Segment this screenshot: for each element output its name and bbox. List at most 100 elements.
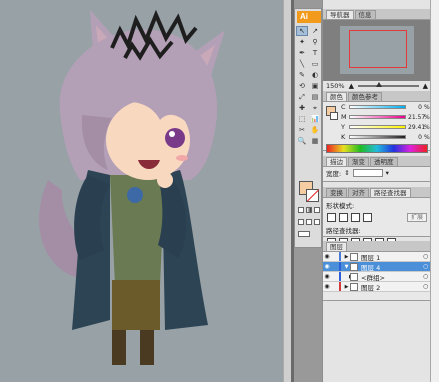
color-panel: 颜色 颜色参考 C 0 % M 21.57 % Y 29.41 % K 0 % (323, 91, 431, 153)
zoom-in-icon[interactable]: ▲ (423, 82, 428, 90)
stroke-swatch[interactable] (306, 189, 319, 202)
tab-color[interactable]: 颜色 (326, 92, 347, 101)
tab-layers[interactable]: 图层 (326, 242, 347, 251)
tool-button[interactable]: ╲ (296, 59, 308, 69)
draw-behind-button[interactable] (306, 219, 312, 225)
expand-triangle-icon[interactable]: ▼ (343, 264, 350, 270)
expand-triangle-icon[interactable]: ▶ (343, 284, 350, 290)
tab-pathfinder[interactable]: 路径查找器 (370, 188, 411, 197)
zoom-slider-knob[interactable] (376, 82, 383, 87)
pants (112, 280, 160, 330)
tab-color-guide[interactable]: 颜色参考 (348, 92, 382, 101)
draw-inside-button[interactable] (314, 219, 320, 225)
layer-name[interactable]: 图层 2 (361, 282, 423, 292)
tool-button[interactable]: ⟲ (296, 81, 308, 91)
color-stroke-swatch[interactable] (330, 112, 338, 120)
channel-slider[interactable] (349, 125, 406, 129)
layer-color (339, 282, 341, 291)
unite-icon[interactable] (327, 213, 336, 222)
layer-name[interactable]: 图层 1 (361, 252, 423, 262)
visibility-eye-icon[interactable]: ◉ (323, 253, 331, 260)
tab-align[interactable]: 对齐 (348, 188, 369, 197)
tab-stroke[interactable]: 描边 (326, 157, 347, 166)
layer-row[interactable]: ◉ ▶ 图层 2 ○ (323, 282, 431, 292)
tool-button[interactable]: ✚ (296, 103, 308, 113)
draw-normal-button[interactable] (298, 219, 304, 225)
layer-row[interactable]: ◉ ▶ <群组> ○ (323, 272, 431, 282)
channel-value[interactable]: 0 (408, 134, 422, 141)
layer-row[interactable]: ◉ ▶ 图层 1 ○ (323, 252, 431, 262)
tool-button[interactable]: ⌖ (309, 103, 321, 113)
tool-button[interactable]: ▣ (309, 81, 321, 91)
tool-button[interactable]: 📊 (309, 114, 321, 124)
tool-button[interactable]: ⬚ (296, 114, 308, 124)
tool-button[interactable]: ⚲ (309, 37, 321, 47)
color-swatch-stack (323, 102, 339, 142)
color-mode-button[interactable] (298, 207, 304, 213)
chevron-down-icon[interactable]: ▾ (386, 169, 389, 177)
tool-button[interactable]: ✋ (309, 125, 321, 135)
navigator-preview[interactable] (323, 20, 431, 81)
tool-button[interactable]: ⤢ (296, 92, 308, 102)
channel-slider[interactable] (349, 105, 406, 109)
channel-slider[interactable] (349, 115, 406, 119)
channel-value[interactable]: 0 (408, 104, 422, 111)
navigator-view-box[interactable] (349, 30, 407, 68)
layer-row-selected[interactable]: ◉ ▼ 图层 4 ○ (323, 262, 431, 272)
tool-button[interactable]: ▤ (309, 92, 321, 102)
tab-gradient[interactable]: 渐变 (348, 157, 369, 166)
pathfinder-panel: 变换 对齐 路径查找器 形状模式: 扩展 路径查找器: (323, 187, 431, 247)
layer-thumbnail (350, 282, 358, 291)
channel-value[interactable]: 21.57 (408, 114, 425, 121)
tool-button[interactable]: ↖ (296, 26, 308, 36)
tool-button[interactable]: ▦ (309, 136, 321, 146)
tool-button[interactable]: ◐ (309, 70, 321, 80)
tool-button[interactable]: T (309, 48, 321, 58)
layers-tabs: 图层 (323, 241, 431, 252)
tool-button[interactable]: ↗ (309, 26, 321, 36)
channel-unit: % (424, 103, 430, 111)
color-spectrum[interactable] (326, 144, 428, 153)
tool-button[interactable]: 🔍 (296, 136, 308, 146)
channel-value[interactable]: 29.41 (408, 124, 425, 131)
layer-color (339, 262, 341, 271)
layer-name[interactable]: 图层 4 (361, 262, 423, 272)
channel-slider[interactable] (349, 135, 406, 139)
exclude-icon[interactable] (363, 213, 372, 222)
tool-button[interactable]: ▭ (309, 59, 321, 69)
tool-button[interactable]: ✦ (296, 37, 308, 47)
tab-navigator[interactable]: 导航器 (326, 10, 354, 19)
illustrator-logo: Ai (297, 11, 321, 23)
zoom-slider[interactable] (357, 82, 419, 87)
tool-button[interactable]: ✒ (296, 48, 308, 58)
visibility-eye-icon[interactable]: ◉ (323, 283, 331, 290)
channel-unit: % (424, 133, 430, 141)
visibility-eye-icon[interactable]: ◉ (323, 273, 331, 280)
tool-button[interactable]: ✎ (296, 70, 308, 80)
stroke-width-input[interactable] (352, 169, 383, 177)
pathfinders-label: 路径查找器: (326, 227, 361, 235)
expand-button[interactable]: 扩展 (406, 213, 427, 222)
screen-mode-button[interactable] (298, 231, 310, 237)
minus-front-icon[interactable] (339, 213, 348, 222)
expand-triangle-icon[interactable]: ▶ (343, 274, 353, 280)
layer-name[interactable]: <群组> (361, 272, 423, 282)
tool-button[interactable]: ✂ (296, 125, 308, 135)
zoom-value[interactable]: 150% (326, 82, 345, 90)
expand-triangle-icon[interactable]: ▶ (343, 254, 350, 260)
navigator-zoom-row: 150% ▲ ▲ (323, 81, 431, 91)
intersect-icon[interactable] (351, 213, 360, 222)
zoom-out-icon[interactable]: ▲ (349, 82, 354, 90)
stepper-icon[interactable]: ⇕ (344, 169, 349, 177)
tab-transparency[interactable]: 透明度 (370, 157, 398, 166)
gradient-mode-button[interactable] (306, 207, 312, 213)
artboard-canvas[interactable] (0, 0, 283, 382)
none-mode-button[interactable] (314, 207, 320, 213)
canvas-scrollbar[interactable] (283, 0, 291, 382)
channel-unit: % (424, 113, 430, 121)
draw-mode-row (298, 219, 320, 225)
tab-transform[interactable]: 变换 (326, 188, 347, 197)
visibility-eye-icon[interactable]: ◉ (323, 263, 331, 270)
tab-info[interactable]: 信息 (354, 10, 376, 19)
tool-grid: ↖ ↗ ✦ ⚲ ✒ T ╲ ▭ ✎ ◐ ⟲ ▣ ⤢ ▤ ✚ ⌖ ⬚ 📊 ✂ ✋ 🔍 ▦ (295, 25, 321, 147)
